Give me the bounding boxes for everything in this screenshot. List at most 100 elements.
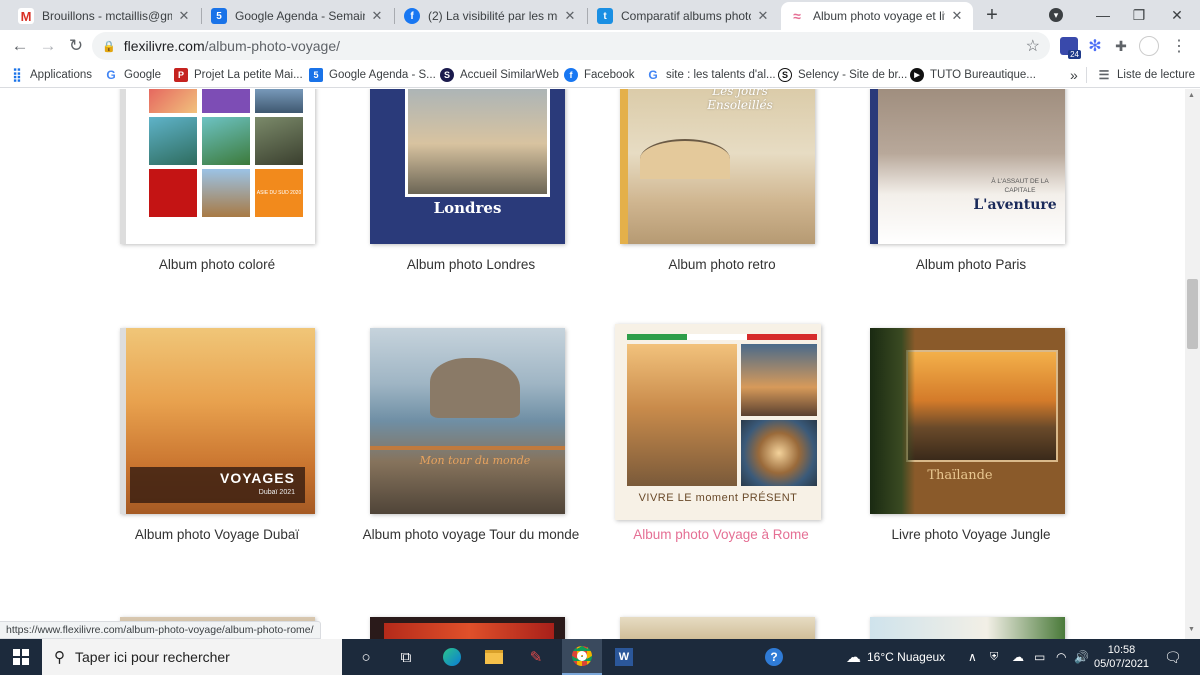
cover-title: Les jours Ensoleillés [707, 89, 773, 112]
word-icon[interactable]: W [612, 645, 636, 669]
album-cover-tour-du-monde[interactable]: Mon tour du monde [370, 328, 565, 514]
help-icon[interactable]: ? [762, 645, 786, 669]
reading-list-button[interactable]: ☰ Liste de lecture [1097, 66, 1195, 84]
album-cover-colore[interactable]: ASIE DU SUD 2020 [120, 89, 315, 244]
album-caption[interactable]: Album photo coloré [102, 255, 332, 274]
bookmark-similarweb[interactable]: S Accueil SimilarWeb [440, 66, 559, 84]
calendar-icon: 5 [309, 68, 323, 82]
bookmark-icon: t [597, 8, 613, 24]
cover-title: L'aventure [973, 197, 1057, 213]
photo-tile [149, 89, 197, 113]
snowflake-extension-icon[interactable]: ✻ [1084, 35, 1106, 57]
scrollbar-thumb[interactable] [1187, 279, 1198, 349]
arrow-left-icon: ← [11, 36, 29, 55]
bookmark-label: Selency - Site de br... [798, 69, 908, 81]
album-caption[interactable]: Album photo Londres [356, 255, 586, 274]
umbrella-shape [640, 139, 730, 179]
back-button[interactable]: ← [8, 34, 32, 58]
address-bar[interactable]: 🔒 flexilivre.com/album-photo-voyage/ ☆ [92, 32, 1050, 60]
close-tab-icon[interactable]: ✕ [562, 8, 578, 24]
windows-start-icon[interactable] [9, 645, 33, 669]
profile-avatar[interactable] [1138, 35, 1160, 57]
album-cover-partial[interactable] [870, 617, 1065, 639]
reload-button[interactable]: ↻ [64, 34, 88, 58]
close-tab-icon[interactable]: ✕ [176, 8, 192, 24]
taskbar-search-box[interactable]: ⚲ Taper ici pour rechercher [42, 639, 342, 675]
album-cover-rome[interactable]: VIVRE LE moment PRÉSENT [615, 324, 821, 520]
file-explorer-icon[interactable] [482, 645, 506, 669]
bookmarks-overflow-button[interactable]: » [1070, 66, 1078, 84]
album-caption[interactable]: Album photo Paris [856, 255, 1086, 274]
album-cover-paris[interactable]: À L'ASSAUT DE LA CAPITALE L'aventure [870, 89, 1065, 244]
task-view-icon[interactable]: ⧉ [394, 645, 418, 669]
album-cover-londres[interactable]: Londres [370, 89, 565, 244]
tray-wifi-icon[interactable]: ◠ [1056, 639, 1066, 675]
calendar-icon: 5 [211, 8, 227, 24]
album-caption[interactable]: Livre photo Voyage Jungle [856, 525, 1086, 544]
notifications-icon[interactable]: 🗨 [1164, 639, 1182, 675]
bookmark-label: Facebook [584, 69, 635, 81]
close-window-button[interactable]: ✕ [1154, 0, 1200, 30]
bookmark-facebook[interactable]: f Facebook [564, 66, 635, 84]
album-caption[interactable]: Album photo voyage Tour du monde [356, 525, 586, 544]
tab-title: Album photo voyage et livre [813, 9, 945, 23]
tab-comparatif[interactable]: t Comparatif albums photos 20 ✕ [589, 2, 779, 30]
tab-search-button[interactable]: ▾ [1036, 0, 1076, 30]
google-icon: G [106, 68, 116, 82]
google-icon: G [648, 68, 658, 82]
tray-volume-icon[interactable]: 🔊 [1074, 639, 1089, 675]
chrome-taskbar-active[interactable] [562, 639, 602, 675]
bookmark-projet[interactable]: P Projet La petite Mai... [174, 66, 303, 84]
tray-security-icon[interactable]: ⛨ [990, 639, 998, 675]
bookmark-star-icon[interactable]: ☆ [1026, 36, 1040, 56]
weather-widget[interactable]: ☁ 16°C Nuageux [846, 639, 945, 675]
bookmark-talents[interactable]: G site : les talents d'al... [646, 66, 775, 84]
tab-divider [394, 8, 395, 24]
facebook-icon: f [564, 68, 578, 82]
album-cover-partial[interactable] [620, 617, 815, 639]
tray-expand-icon[interactable]: ∧ [968, 639, 977, 675]
close-tab-icon[interactable]: ✕ [949, 8, 965, 24]
tab-flexilivre-active[interactable]: ≈ Album photo voyage et livre ✕ [781, 2, 973, 30]
extensions-puzzle-icon[interactable]: ✚ [1110, 35, 1132, 57]
album-cover-dubai[interactable]: VOYAGES Dubaï 2021 [120, 328, 315, 514]
close-tab-icon[interactable]: ✕ [755, 8, 771, 24]
cover-photo [405, 89, 550, 197]
cover-subtitle: Dubaï 2021 [258, 489, 295, 496]
bookmark-selency[interactable]: S Selency - Site de br... [778, 66, 907, 84]
tab-facebook[interactable]: f (2) La visibilité par les mots - ✕ [396, 2, 586, 30]
tray-onedrive-icon[interactable]: ☁ [1012, 639, 1024, 675]
bookmark-google[interactable]: G Google [104, 66, 161, 84]
album-cover-retro[interactable]: Les jours Ensoleillés [620, 89, 815, 244]
chrome-menu-icon[interactable]: ⋮ [1168, 35, 1190, 57]
forward-button[interactable]: → [36, 34, 60, 58]
album-cover-jungle[interactable]: Thaïlande [870, 328, 1065, 514]
bookmark-label: Projet La petite Mai... [194, 69, 303, 81]
cortana-icon[interactable]: ○ [354, 645, 378, 669]
bookmark-tuto[interactable]: ▶ TUTO Bureautique... [910, 66, 1036, 84]
browser-toolbar: ← → ↻ 🔒 flexilivre.com/album-photo-voyag… [0, 30, 1200, 62]
album-caption[interactable]: Album photo retro [607, 255, 837, 274]
colosseum-photo [627, 344, 737, 486]
tab-title: (2) La visibilité par les mots - [428, 9, 558, 23]
tray-clock[interactable]: 10:58 05/07/2021 [1094, 639, 1149, 675]
scroll-up-arrow-icon[interactable]: ▲ [1188, 92, 1195, 99]
edge-icon[interactable] [440, 645, 464, 669]
arrow-right-icon: → [39, 36, 57, 55]
tab-gmail[interactable]: M Brouillons - mctaillis@gmail.c ✕ [10, 2, 200, 30]
tab-title: Comparatif albums photos 20 [621, 9, 751, 23]
new-tab-button[interactable]: + [975, 0, 1009, 30]
bookmark-applications[interactable]: ⣿ Applications [10, 66, 92, 84]
page-scrollbar[interactable]: ▲ ▼ [1185, 89, 1200, 639]
album-caption[interactable]: Album photo Voyage Dubaï [102, 525, 332, 544]
bookmark-google-agenda[interactable]: 5 Google Agenda - S... [309, 66, 436, 84]
album-caption-hovered[interactable]: Album photo Voyage à Rome [606, 525, 836, 544]
album-cover-partial[interactable] [370, 617, 565, 639]
tab-google-agenda[interactable]: 5 Google Agenda - Semaine du ✕ [203, 2, 393, 30]
scroll-down-arrow-icon[interactable]: ▼ [1188, 626, 1195, 633]
tray-battery-icon[interactable]: ▭ [1034, 639, 1045, 675]
photo-tile [149, 169, 197, 217]
paint-icon[interactable]: ✎ [524, 645, 548, 669]
extension-badge-icon[interactable]: 24 [1058, 35, 1081, 59]
close-tab-icon[interactable]: ✕ [369, 8, 385, 24]
